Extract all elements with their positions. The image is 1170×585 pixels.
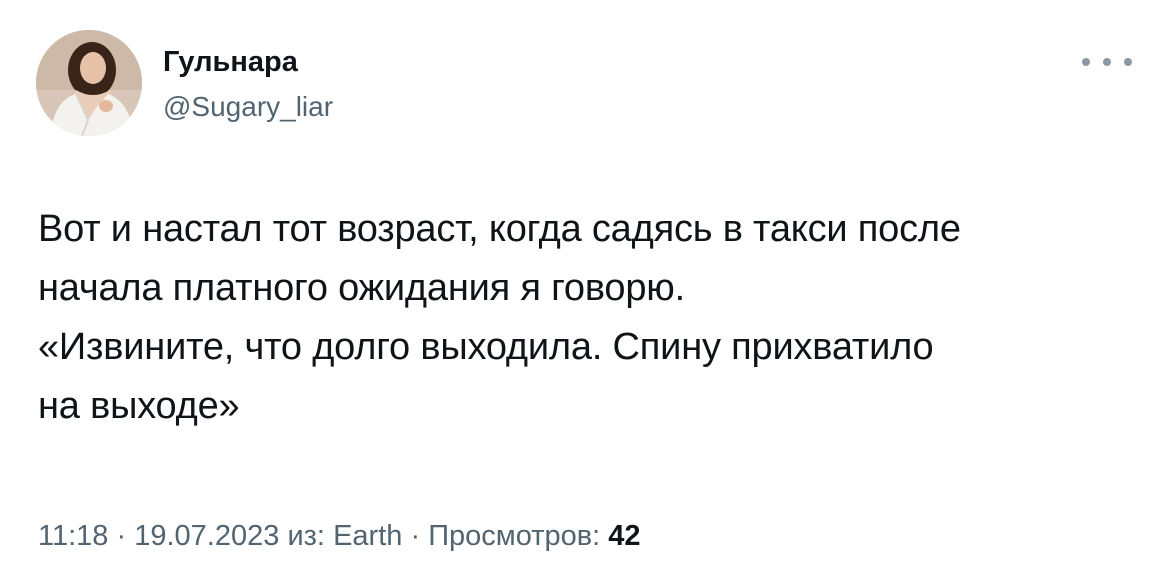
tweet-card: Гульнара @Sugary_liar Вот и настал тот в… bbox=[0, 0, 1170, 585]
author-display-name[interactable]: Гульнара bbox=[163, 44, 298, 80]
views-count: 42 bbox=[608, 520, 641, 552]
more-dot bbox=[1082, 58, 1090, 66]
tweet-meta: 11:18 · 19.07.2023 из: Earth · Просмотро… bbox=[38, 516, 641, 556]
author-handle[interactable]: @Sugary_liar bbox=[163, 90, 333, 124]
meta-separator: · bbox=[116, 520, 127, 552]
meta-separator: · bbox=[410, 520, 421, 552]
avatar-photo bbox=[36, 30, 142, 136]
more-dot bbox=[1103, 58, 1111, 66]
avatar[interactable] bbox=[36, 30, 142, 136]
more-dot bbox=[1124, 58, 1132, 66]
tweet-time[interactable]: 11:18 bbox=[38, 520, 108, 552]
views-label: Просмотров: bbox=[428, 520, 601, 552]
tweet-source: Earth bbox=[333, 520, 403, 552]
tweet-date[interactable]: 19.07.2023 bbox=[134, 520, 279, 552]
tweet-text: Вот и настал тот возраст, когда садясь в… bbox=[38, 208, 961, 427]
more-horizontal-icon[interactable] bbox=[1082, 50, 1132, 74]
source-prefix: из: bbox=[287, 520, 325, 552]
